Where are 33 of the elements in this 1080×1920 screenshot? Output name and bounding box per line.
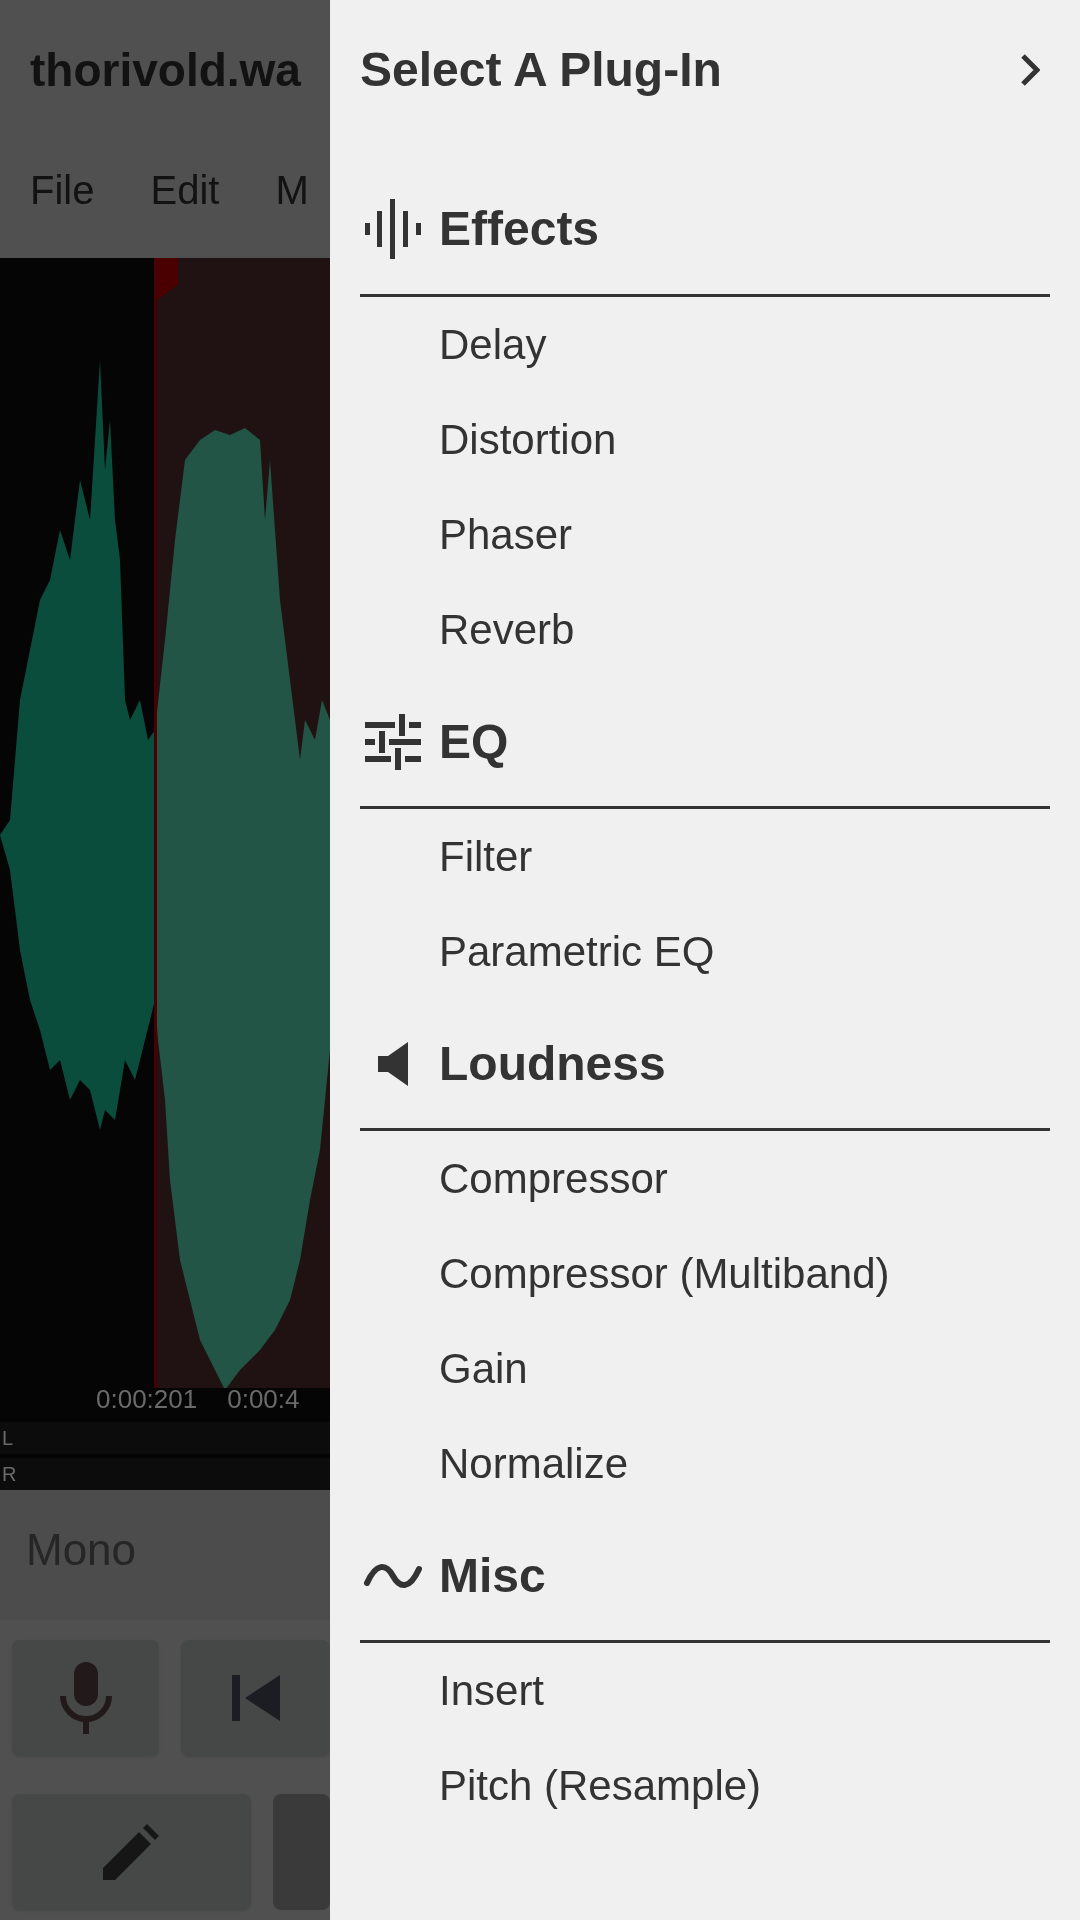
plugin-item[interactable]: Normalize — [439, 1432, 629, 1495]
plugin-item[interactable]: Pitch (Resample) — [439, 1754, 762, 1817]
plugin-item[interactable]: Gain — [439, 1337, 528, 1400]
plugin-item[interactable]: Delay — [439, 313, 547, 376]
plugin-item[interactable]: Phaser — [439, 503, 573, 566]
skip-back-icon — [231, 1675, 280, 1721]
plugin-item[interactable]: Compressor — [439, 1147, 668, 1210]
plugin-item[interactable]: Compressor (Multiband) — [439, 1242, 890, 1305]
pencil-icon — [103, 1824, 160, 1880]
drawer-title: Select A Plug-In — [360, 42, 722, 98]
plugin-item[interactable]: Insert — [439, 1659, 545, 1722]
plugin-item[interactable]: Filter — [439, 825, 533, 888]
plugin-item[interactable]: Distortion — [439, 408, 617, 471]
section-heading: Loudness — [439, 1035, 666, 1092]
time-label: 0:00:201 — [96, 1383, 198, 1416]
plugin-item[interactable]: Parametric EQ — [439, 920, 715, 983]
channel-label: L — [2, 1426, 14, 1451]
microphone-icon — [58, 1662, 113, 1734]
time-label: 0:00:4 — [227, 1383, 300, 1416]
section-heading: Misc — [439, 1547, 546, 1604]
section-heading: EQ — [439, 713, 509, 770]
section-heading: Effects — [439, 201, 600, 257]
pencil-button[interactable] — [12, 1794, 251, 1910]
plugin-item[interactable]: Reverb — [439, 598, 575, 661]
microphone-button[interactable] — [12, 1640, 160, 1756]
skip-back-button[interactable] — [181, 1640, 330, 1756]
waveform-icon — [364, 199, 421, 259]
chevron-right-icon[interactable] — [1020, 53, 1040, 87]
toolbar-button[interactable] — [272, 1794, 330, 1910]
file-title: thorivold.wa — [30, 42, 301, 98]
channel-label: R — [2, 1462, 17, 1487]
speaker-icon — [377, 1041, 408, 1086]
tune-sliders-icon — [364, 713, 421, 770]
